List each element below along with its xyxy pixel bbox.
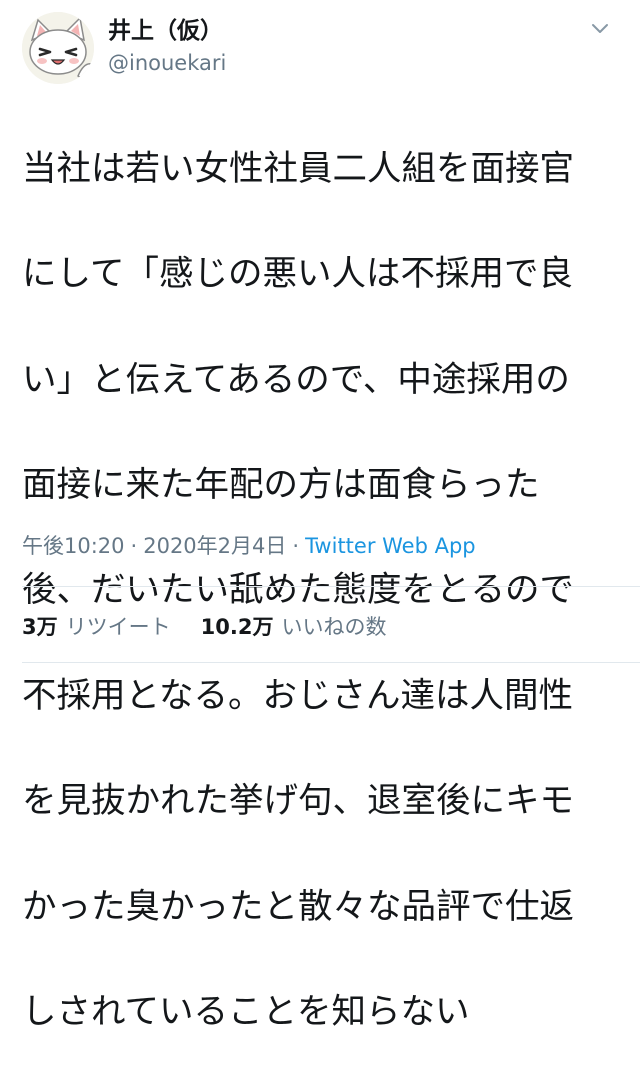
tweet-stats: 3万 リツイート 10.2万 いいねの数 bbox=[22, 611, 386, 643]
cat-avatar-icon bbox=[22, 12, 94, 84]
tweet-header: 井上（仮） @inouekari bbox=[22, 12, 622, 84]
tweet: 井上（仮） @inouekari 当社は若い女性社員二人組を面接官 にして「感じ… bbox=[0, 0, 640, 1032]
likes-count: 10.2万 bbox=[200, 615, 274, 639]
meta-separator: · bbox=[130, 534, 138, 558]
tweet-date[interactable]: 2020年2月4日 bbox=[143, 534, 286, 558]
display-name[interactable]: 井上（仮） bbox=[108, 16, 226, 46]
tweet-text-line: かった臭かったと散々な品評で仕返 bbox=[22, 886, 574, 927]
avatar[interactable] bbox=[22, 12, 94, 84]
tweet-text-line: を見抜かれた挙げ句、退室後にキモ bbox=[22, 781, 574, 822]
tweet-text-line: にして「感じの悪い人は不採用で良 bbox=[22, 254, 573, 295]
divider bbox=[22, 662, 640, 663]
tweet-text-line: しされていることを知らない bbox=[22, 991, 470, 1032]
retweets-label: リツイート bbox=[65, 615, 171, 639]
tweet-source-link[interactable]: Twitter Web App bbox=[305, 534, 476, 558]
likes-label: いいねの数 bbox=[281, 615, 387, 639]
tweet-time[interactable]: 午後10:20 bbox=[22, 534, 125, 558]
user-name-block: 井上（仮） @inouekari bbox=[108, 16, 226, 78]
divider bbox=[22, 586, 640, 587]
likes-stat[interactable]: 10.2万 いいねの数 bbox=[201, 611, 387, 643]
tweet-text-line: い」と伝えてあるので、中途採用の bbox=[22, 359, 570, 400]
meta-separator: · bbox=[292, 534, 300, 558]
tweet-text-line: 面接に来た年配の方は面食らった bbox=[22, 464, 540, 505]
retweets-count: 3万 bbox=[22, 615, 58, 639]
user-handle[interactable]: @inouekari bbox=[108, 48, 226, 78]
retweets-stat[interactable]: 3万 リツイート bbox=[22, 611, 171, 643]
tweet-text-line: 後、だいたい舐めた態度をとるので bbox=[22, 570, 574, 611]
tweet-text: 当社は若い女性社員二人組を面接官 にして「感じの悪い人は不採用で良 い」と伝えて… bbox=[22, 90, 622, 1091]
chevron-down-icon bbox=[592, 24, 608, 33]
tweet-text-line: 不採用となる。おじさん達は人間性 bbox=[22, 675, 573, 716]
tweet-text-line: 当社は若い女性社員二人組を面接官 bbox=[22, 148, 574, 189]
tweet-meta: 午後10:20 · 2020年2月4日 · Twitter Web App bbox=[22, 530, 476, 562]
tweet-menu-button[interactable] bbox=[588, 16, 612, 40]
